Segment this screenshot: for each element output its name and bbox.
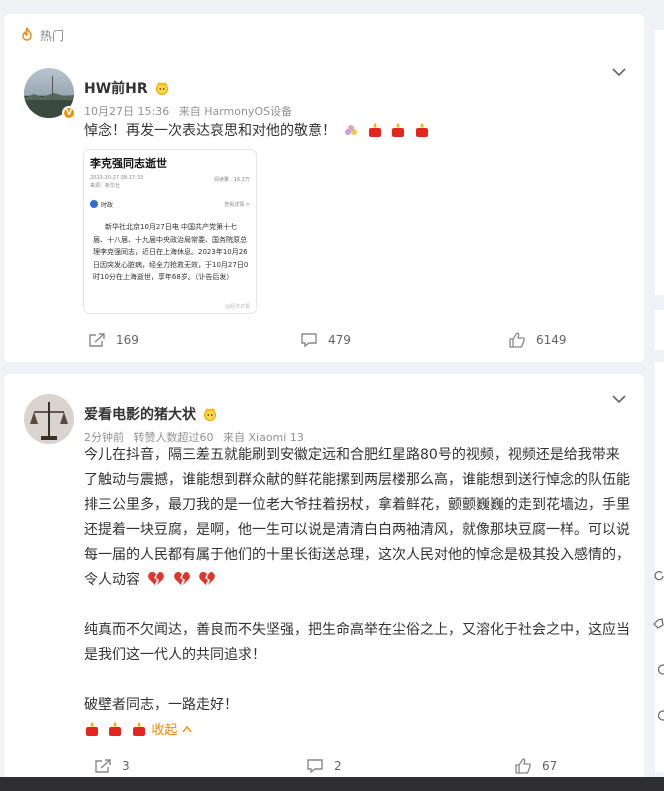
like-count: 67 [542, 759, 558, 773]
collapse-label[interactable]: 收起 [151, 723, 177, 738]
crown-icon [204, 408, 216, 421]
avatar[interactable] [24, 394, 74, 444]
post-paragraph: 今儿在抖音，隔三差五就能刷到安徽定远和合肥红星路80号的视频，视频还是给我带来了… [84, 443, 630, 593]
image-title: 李克强同志逝世 [90, 157, 167, 170]
candle-icon [345, 125, 358, 135]
fire-icon [22, 27, 32, 41]
image-body: 新华社北京10月27日电 中国共产党第十七届、十八届、十九届中央政治局常委、国务… [93, 223, 249, 281]
image-watermark: @经济日报 [224, 304, 250, 310]
sidebar-info-icon[interactable] [653, 664, 664, 675]
comment-button[interactable]: 2 [306, 758, 342, 774]
hot-label-text: 热门 [40, 28, 65, 43]
avatar-image [24, 394, 74, 444]
feed-card-hot: 热门 V HW前HR 10月27日 15:36 来自 HarmonyOS设备 悼… [4, 14, 644, 362]
hot-label: 热门 [18, 26, 64, 44]
chevron-up-icon [181, 725, 192, 733]
like-button[interactable]: 67 [514, 758, 557, 774]
right-sidebar-panel [655, 310, 664, 350]
bottom-taskbar [0, 777, 664, 791]
candle-icon [392, 123, 405, 137]
post-paragraph: 破壁者同志，一路走好！ [84, 693, 630, 718]
chevron-down-icon[interactable] [612, 394, 626, 404]
repost-count: 169 [116, 333, 139, 347]
candle-icon [109, 722, 122, 736]
comment-icon [307, 759, 323, 774]
right-sidebar-panel [655, 30, 664, 295]
paragraph-text: 纯真而不欠闻达，善良而不失坚强，把生命高举在尘俗之上，又溶化于社会之中，这应当是… [84, 622, 630, 663]
post2-user-name[interactable]: 爱看电影的猪大状 [84, 404, 218, 424]
post-paragraph: 纯真而不欠闻达，善良而不失坚强，把生命高举在尘俗之上，又溶化于社会之中，这应当是… [84, 618, 630, 668]
post-paragraph: 收起 [84, 718, 630, 743]
candle-icon [86, 722, 98, 736]
image-source: 来源：新华社 [90, 183, 121, 189]
post1-meta: 10月27日 15:36 来自 HarmonyOS设备 [84, 103, 298, 119]
post-time[interactable]: 10月27日 15:36 [84, 105, 169, 118]
broken-heart-icon [148, 572, 165, 586]
candle-icon [415, 123, 428, 137]
collapse-link[interactable]: 收起 [151, 723, 192, 738]
crown-icon [155, 82, 168, 95]
repost-button[interactable]: 169 [88, 332, 139, 348]
image-reads: 阅读量：16.2万 [213, 177, 250, 183]
repost-icon [89, 333, 105, 347]
user-name-text[interactable]: HW前HR [84, 78, 148, 98]
sidebar-refresh-icon[interactable] [653, 570, 664, 581]
broken-heart-icon [199, 572, 216, 586]
post-source: 来自 HarmonyOS设备 [178, 105, 293, 118]
post1-actions: 169 479 6149 [4, 332, 644, 356]
comment-count: 2 [334, 759, 342, 773]
post1-image[interactable]: 李克强同志逝世 2023-10-27 08:17:33 来源：新华社 阅读量：1… [83, 149, 257, 314]
candle-icon [368, 123, 381, 137]
post1-user-name[interactable]: HW前HR [84, 78, 170, 98]
post-text: 悼念！再发一次表达哀思和对他的敬意！ [84, 123, 336, 139]
user-name-text[interactable]: 爱看电影的猪大状 [84, 404, 196, 424]
comment-icon [301, 333, 317, 348]
sidebar-tag-icon[interactable] [653, 618, 664, 629]
repost-button[interactable]: 3 [94, 758, 130, 774]
image-date: 2023-10-27 08:17:33 [90, 175, 144, 181]
paragraph-text: 今儿在抖音，隔三差五就能刷到安徽定远和合肥红星路80号的视频，视频还是给我带来了… [84, 447, 630, 588]
broken-heart-icon [174, 572, 190, 586]
candle-icon [132, 722, 145, 736]
repost-count: 3 [122, 759, 130, 773]
image-more: 查看详情 > [224, 202, 250, 208]
image-account: 时政 [101, 202, 114, 209]
chevron-down-icon[interactable] [612, 67, 626, 77]
like-count: 6149 [536, 333, 567, 347]
paragraph-text: 破壁者同志，一路走好！ [84, 697, 238, 713]
post2-text: 今儿在抖音，隔三差五就能刷到安徽定远和合肥红星路80号的视频，视频还是给我带来了… [84, 443, 630, 743]
verified-badge: V [62, 106, 76, 120]
feed-card-post: 爱看电影的猪大状 2分钟前 转赞人数超过60 来自 Xiaomi 13 今儿在抖… [4, 374, 644, 791]
like-icon [515, 758, 531, 774]
comment-button[interactable]: 479 [300, 332, 351, 348]
post1-text: 悼念！再发一次表达哀思和对他的敬意！ [84, 119, 624, 144]
image-account-logo [90, 200, 98, 208]
like-button[interactable]: 6149 [508, 332, 567, 348]
comment-count: 479 [328, 333, 351, 347]
sidebar-account-icon[interactable] [653, 710, 664, 721]
like-icon [509, 332, 525, 348]
repost-icon [95, 759, 111, 773]
